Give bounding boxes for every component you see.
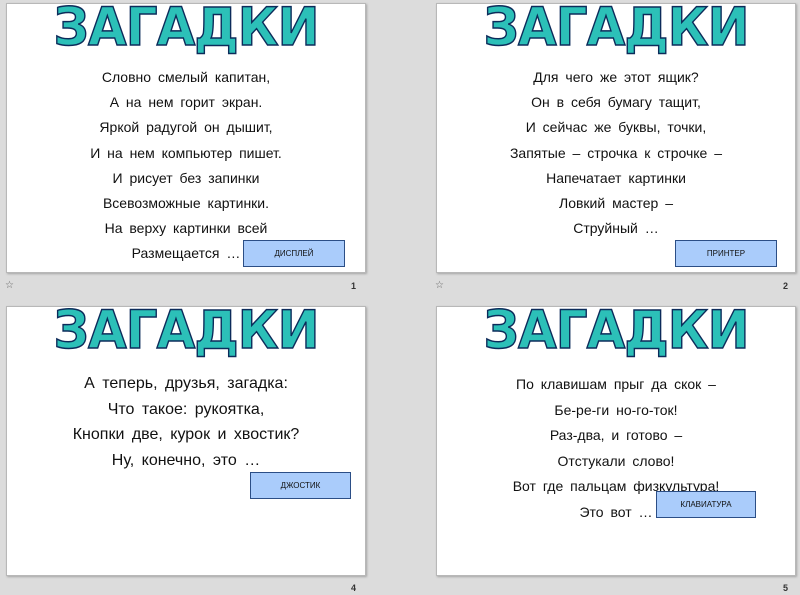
riddle-line: Ловкий мастер – bbox=[559, 195, 673, 212]
riddle-text: Для чего же этот ящик? Он в себя бумагу … bbox=[437, 65, 795, 241]
answer-box[interactable]: дисплей bbox=[243, 240, 345, 267]
answer-box[interactable]: клавиатура bbox=[656, 491, 756, 518]
answer-box[interactable]: принтер bbox=[675, 240, 777, 267]
riddle-line: А теперь, друзья, загадка: bbox=[84, 375, 288, 392]
riddle-line: Всевозможные картинки. bbox=[102, 195, 270, 212]
slide-title: ЗАГАДКИ bbox=[483, 3, 750, 58]
riddle-line: Что такое: рукоятка, bbox=[107, 400, 265, 418]
riddle-line: Кнопки две, курок и хвостик? bbox=[72, 426, 300, 444]
slide-title: ЗАГАДКИ bbox=[53, 3, 320, 58]
riddle-line: Ну, конечно, это … bbox=[111, 452, 261, 470]
riddle-line: И на нем компьютер пишет. bbox=[90, 144, 282, 161]
riddle-line: Запятые – строчка к строчке – bbox=[509, 144, 723, 161]
riddle-line: Струйный … bbox=[573, 220, 659, 237]
riddle-line: Он в себя бумагу тащит, bbox=[531, 94, 701, 111]
riddle-line: Напечатает картинки bbox=[546, 169, 686, 186]
riddle-line: Для чего же этот ящик? bbox=[533, 69, 699, 85]
riddle-line: И сейчас же буквы, точки, bbox=[525, 119, 707, 136]
riddle-line: И рисует без запинки bbox=[112, 169, 260, 186]
riddle-text: Словно смелый капитан, А на нем горит эк… bbox=[7, 65, 365, 267]
slide-number: 5 bbox=[783, 583, 789, 593]
slide-title: ЗАГАДКИ bbox=[483, 306, 750, 361]
slide-number: 2 bbox=[783, 281, 789, 291]
riddle-line: Раз-два, и готово – bbox=[549, 427, 683, 443]
riddle-line: Яркой радугой он дышит, bbox=[99, 119, 273, 136]
slide-5-thumbnail[interactable]: ЗАГАДКИ По клавишам прыг да скок – Бе-ре… bbox=[436, 306, 796, 576]
answer-box[interactable]: джостик bbox=[250, 472, 351, 499]
riddle-text: А теперь, друзья, загадка: Что такое: ру… bbox=[7, 371, 365, 474]
slide-1-thumbnail[interactable]: ЗАГАДКИ Словно смелый капитан, А на нем … bbox=[6, 3, 366, 273]
riddle-line: А на нем горит экран. bbox=[109, 94, 263, 111]
riddle-line: Бе-ре-ги но-го-ток! bbox=[554, 401, 678, 418]
riddle-line: Словно смелый капитан, bbox=[101, 69, 271, 85]
riddle-line: По клавишам прыг да скок – bbox=[516, 376, 716, 392]
star-transition-icon[interactable]: ☆ bbox=[5, 280, 14, 291]
star-transition-icon[interactable]: ☆ bbox=[435, 280, 444, 291]
riddle-line: На верху картинки всей bbox=[104, 220, 268, 237]
slide-number: 4 bbox=[351, 583, 357, 593]
slide-2-thumbnail[interactable]: ЗАГАДКИ Для чего же этот ящик? Он в себя… bbox=[436, 3, 796, 273]
slide-number: 1 bbox=[351, 281, 357, 291]
slide-title: ЗАГАДКИ bbox=[53, 306, 320, 361]
slide-4-thumbnail[interactable]: ЗАГАДКИ А теперь, друзья, загадка: Что т… bbox=[6, 306, 366, 576]
riddle-line: Отстукали слово! bbox=[557, 452, 675, 469]
